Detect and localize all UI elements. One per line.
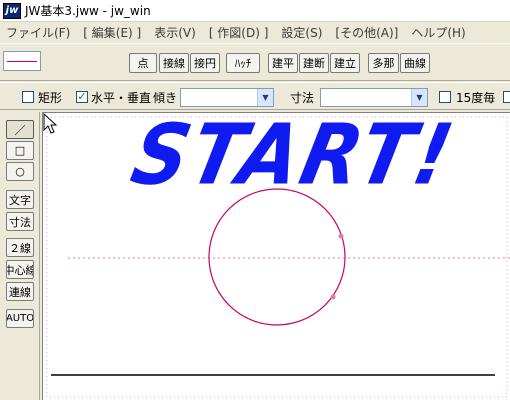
left-toolbar: ／ □ ○ 文字 寸法 ２線 中心線 連線 AUTO: [0, 112, 40, 400]
building-section-button[interactable]: 建断: [299, 53, 329, 73]
start-text[interactable]: START!: [124, 113, 464, 203]
dimension-label: 寸法: [290, 91, 315, 105]
polygon-button[interactable]: 多那: [368, 53, 399, 73]
app-icon: jw: [3, 2, 21, 19]
circle-handle-point[interactable]: [330, 294, 336, 300]
mouse-pointer-icon: [43, 113, 58, 134]
menu-file[interactable]: ファイル(F): [2, 24, 74, 41]
horizontal-vertical-checkbox[interactable]: ✓: [76, 91, 88, 103]
auto-tool-button[interactable]: AUTO: [6, 309, 34, 328]
circle-tool-button[interactable]: ○: [6, 162, 34, 181]
options-toolbar: 矩形 ✓ 水平・垂直 傾き ▼ 寸法 ▼ 15度毎: [0, 82, 510, 110]
circle-handle-point[interactable]: [338, 233, 344, 239]
tilt-combo[interactable]: ▼: [180, 88, 274, 107]
chevron-down-icon[interactable]: ▼: [257, 89, 273, 106]
menu-settings[interactable]: 設定(S): [277, 24, 326, 41]
tangent-circle-button[interactable]: 接円: [190, 53, 220, 73]
dimension-combo[interactable]: ▼: [320, 88, 428, 107]
extra-checkbox[interactable]: [503, 91, 510, 103]
connect-line-tool-button[interactable]: 連線: [6, 282, 34, 301]
menu-other[interactable]: [その他(A)]: [331, 24, 402, 41]
menu-edit[interactable]: [ 編集(E) ]: [79, 24, 145, 41]
drawn-circle[interactable]: [208, 188, 346, 326]
tangent-line-button[interactable]: 接線: [159, 53, 189, 73]
building-elevation-button[interactable]: 建立: [330, 53, 360, 73]
checkmark-icon: ✓: [77, 90, 87, 103]
rectangle-tool-button[interactable]: □: [6, 141, 34, 160]
main-toolbar: 点 接線 接円 ﾊｯﾁ 建平 建断 建立 多那 曲線: [0, 43, 510, 81]
rectangle-checkbox[interactable]: [22, 91, 34, 103]
rectangle-label: 矩形: [38, 91, 63, 105]
horizontal-vertical-label: 水平・垂直: [91, 91, 152, 105]
hatch-button[interactable]: ﾊｯﾁ: [226, 53, 260, 73]
double-line-tool-button[interactable]: ２線: [6, 238, 34, 257]
line-type-selector[interactable]: [3, 51, 41, 71]
line-tool-button[interactable]: ／: [6, 120, 34, 139]
dimension-tool-button[interactable]: 寸法: [6, 212, 34, 231]
fifteen-degree-checkbox[interactable]: [439, 91, 451, 103]
center-line-tool-button[interactable]: 中心線: [6, 260, 34, 279]
window-title: JW基本3.jww - jw_win: [25, 4, 151, 18]
menu-bar: ファイル(F) [ 編集(E) ] 表示(V) [ 作図(D) ] 設定(S) …: [0, 22, 510, 43]
point-button[interactable]: 点: [129, 53, 157, 73]
tilt-label: 傾き: [153, 91, 178, 105]
curve-button[interactable]: 曲線: [400, 53, 430, 73]
fifteen-degree-label: 15度毎: [456, 91, 496, 105]
title-bar: jw JW基本3.jww - jw_win: [0, 0, 510, 22]
text-tool-button[interactable]: 文字: [6, 190, 34, 209]
building-plan-button[interactable]: 建平: [268, 53, 298, 73]
menu-draw[interactable]: [ 作図(D) ]: [205, 24, 273, 41]
drawing-canvas[interactable]: START!: [42, 112, 510, 400]
menu-view[interactable]: 表示(V): [150, 24, 200, 41]
chevron-down-icon[interactable]: ▼: [411, 89, 427, 106]
menu-help[interactable]: ヘルプ(H): [407, 24, 469, 41]
